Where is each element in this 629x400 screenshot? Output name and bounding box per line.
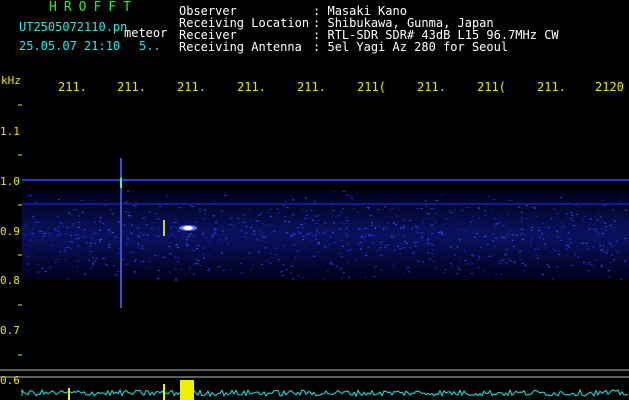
hrofft-window: HROFFT UT2505072110.pn meteor 25.05.07 2… <box>0 0 629 400</box>
axis-tick-marks <box>18 104 22 356</box>
